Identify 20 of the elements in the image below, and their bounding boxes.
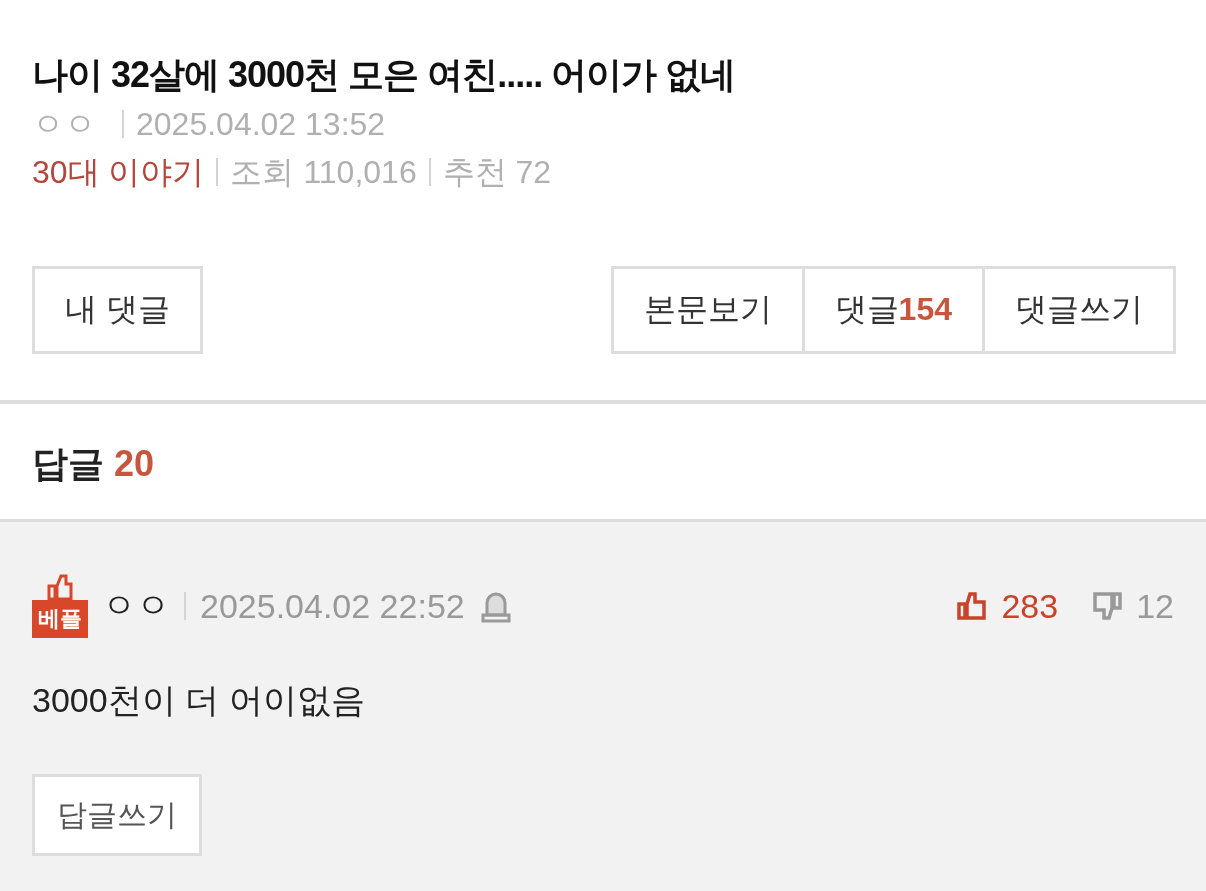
nav-button[interactable]: 본문보기 [610,266,805,354]
comments-button[interactable]: 댓글154 [804,266,985,354]
like-count: 283 [1001,586,1059,626]
reply-button[interactable]: 답글쓰기 [32,774,202,856]
post-date: 2025.04.02 13:52 [136,105,386,144]
author-name: ㅇㅇ [102,585,170,626]
recommend-count: 추천 72 [442,153,552,192]
best-badge: 베플 [32,600,88,638]
my-comments-button[interactable]: 내 댓글 [32,266,203,354]
nav-button[interactable]: 댓글쓰기 [985,266,1176,354]
author-name: ㅇㅇ [32,105,96,144]
view-count: 조회 110,016 [230,153,417,192]
comment-text: 3000천이 더 어이없음 [32,680,366,721]
post-title: 나이 32살에 3000천 모은 여친..... 어이가 없네 [32,53,737,97]
category-link[interactable]: 30대 이야기 [32,148,205,196]
thumbs-down-icon[interactable] [1092,592,1123,620]
comment-date: 2025.04.02 22:52 [200,586,465,626]
thumbs-up-icon [47,574,73,600]
thumbs-up-icon[interactable] [957,592,988,620]
dislike-count: 12 [1136,586,1174,626]
